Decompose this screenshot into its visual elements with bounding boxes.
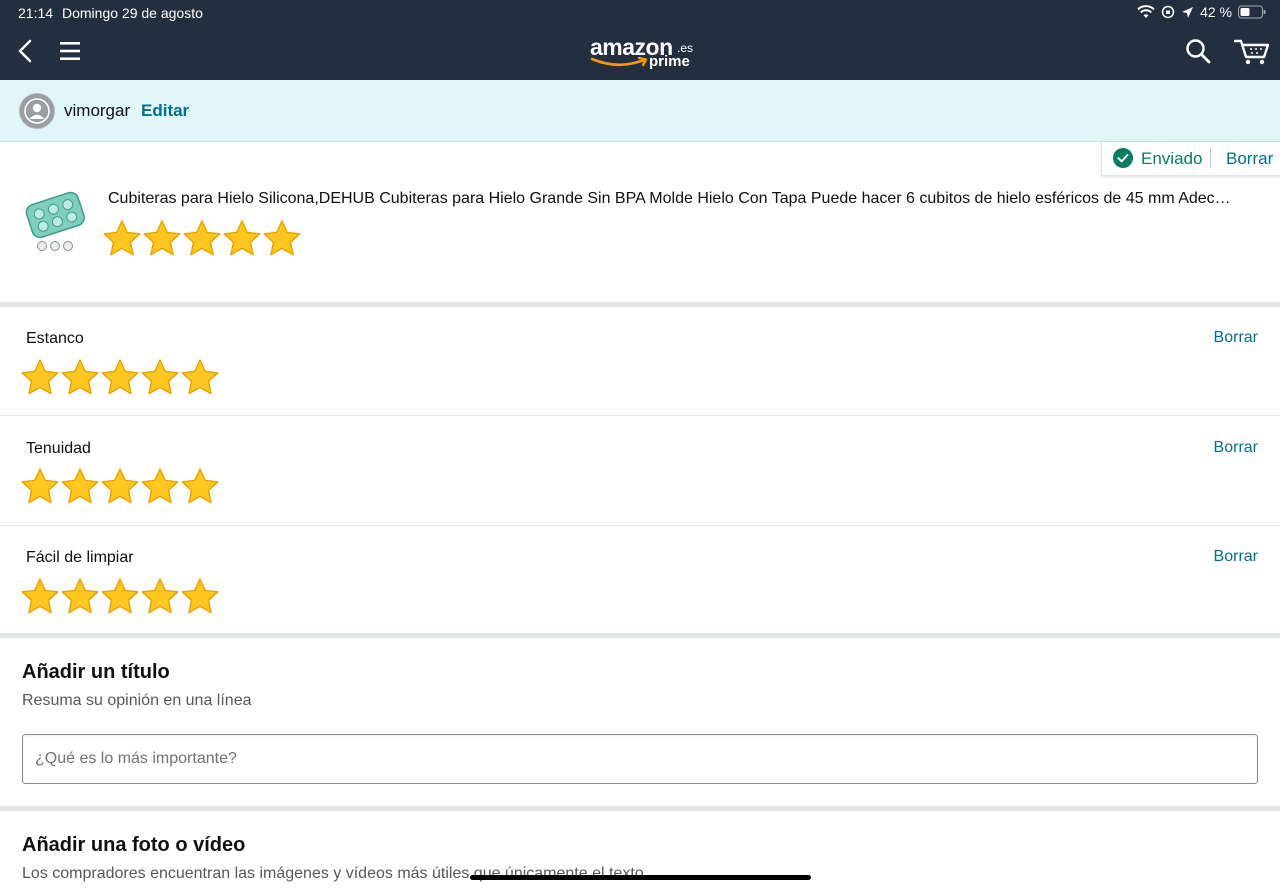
back-icon[interactable] <box>14 38 38 64</box>
search-icon[interactable] <box>1184 37 1212 65</box>
user-profile-bar: vimorgar Editar <box>0 80 1280 142</box>
submitted-status: Enviado <box>1141 149 1203 168</box>
logo-smile-icon <box>590 56 648 67</box>
status-time: 21:14 <box>18 5 54 21</box>
star-icon[interactable] <box>140 358 180 396</box>
star-icon[interactable] <box>180 577 220 615</box>
logo-prime: prime <box>649 53 690 70</box>
section-divider <box>0 302 1280 307</box>
star-icon[interactable] <box>60 358 100 396</box>
rating-stars-facil-de-limpiar <box>20 577 220 615</box>
submission-status-box: Enviado Borrar <box>1101 142 1280 176</box>
location-icon <box>1182 6 1194 18</box>
star-icon[interactable] <box>20 358 60 396</box>
star-icon[interactable] <box>140 467 180 505</box>
delete-rating-tenuidad[interactable]: Borrar <box>1214 439 1258 457</box>
username: vimorgar <box>64 101 131 120</box>
star-icon[interactable] <box>100 358 140 396</box>
star-icon[interactable] <box>102 219 142 257</box>
star-icon[interactable] <box>20 467 60 505</box>
star-icon[interactable] <box>20 577 60 615</box>
user-avatar-icon <box>20 94 54 128</box>
wifi-icon <box>1137 5 1155 18</box>
overall-rating-stars <box>102 219 302 257</box>
star-icon[interactable] <box>262 219 302 257</box>
section-divider <box>0 806 1280 811</box>
row-divider <box>0 415 1280 416</box>
star-icon[interactable] <box>60 577 100 615</box>
section-divider <box>0 633 1280 638</box>
home-indicator[interactable] <box>470 875 811 880</box>
add-media-subheading: Los compradores encuentran las imágenes … <box>22 865 649 882</box>
top-navigation-bar: 21:14 Domingo 29 de agosto 42 % amazon . <box>0 0 1280 80</box>
status-date: Domingo 29 de agosto <box>62 5 203 21</box>
rating-stars-estanco <box>20 358 220 396</box>
review-title-input[interactable] <box>22 734 1258 784</box>
star-icon[interactable] <box>182 219 222 257</box>
delete-rating-facil-de-limpiar[interactable]: Borrar <box>1214 548 1258 566</box>
star-icon[interactable] <box>180 358 220 396</box>
row-divider <box>0 525 1280 526</box>
delete-rating-estanco[interactable]: Borrar <box>1214 329 1258 347</box>
product-title[interactable]: Cubiteras para Hielo Silicona,DEHUB Cubi… <box>108 190 1238 208</box>
star-icon[interactable] <box>140 577 180 615</box>
orientation-lock-icon <box>1161 5 1175 19</box>
add-media-heading: Añadir una foto o vídeo <box>22 834 246 856</box>
rating-stars-tenuidad <box>20 467 220 505</box>
avatar <box>19 93 55 129</box>
menu-icon[interactable] <box>56 38 84 64</box>
battery-percentage: 42 % <box>1200 4 1232 20</box>
star-icon[interactable] <box>100 577 140 615</box>
star-icon[interactable] <box>60 467 100 505</box>
amazon-prime-logo[interactable]: amazon .es prime <box>588 34 698 74</box>
star-icon[interactable] <box>142 219 182 257</box>
star-icon[interactable] <box>180 467 220 505</box>
star-icon[interactable] <box>100 467 140 505</box>
battery-icon <box>1238 5 1266 19</box>
status-indicators: 42 % <box>1137 4 1266 20</box>
add-title-subheading: Resuma su opinión en una línea <box>22 692 252 709</box>
check-circle-icon <box>1113 148 1133 168</box>
separator <box>1210 148 1211 168</box>
star-icon[interactable] <box>222 219 262 257</box>
attribute-label-tenuidad: Tenuidad <box>26 440 91 457</box>
product-image <box>25 191 85 251</box>
edit-profile-link[interactable]: Editar <box>141 101 189 121</box>
delete-review-link[interactable]: Borrar <box>1226 149 1273 169</box>
attribute-label-estanco: Estanco <box>26 330 84 347</box>
cart-icon[interactable] <box>1234 36 1270 66</box>
attribute-label-facil-de-limpiar: Fácil de limpiar <box>26 549 134 566</box>
add-title-heading: Añadir un título <box>22 661 170 683</box>
